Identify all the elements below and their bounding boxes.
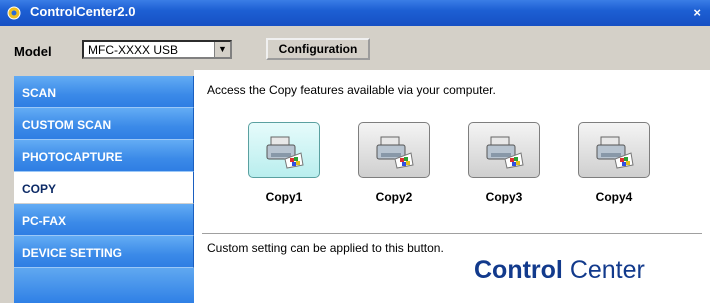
copy2-label[interactable]: Copy2 bbox=[358, 190, 430, 204]
sidebar-item-pc-fax[interactable]: PC-FAX bbox=[14, 204, 194, 236]
copy-printer-icon bbox=[486, 136, 524, 169]
sidebar-item-label: DEVICE SETTING bbox=[22, 246, 123, 260]
model-select-value: MFC-XXXX USB bbox=[88, 43, 179, 57]
control-center-logo: Control Center bbox=[474, 256, 645, 285]
logo-regular-text: Center bbox=[562, 256, 645, 284]
copy2-button[interactable] bbox=[358, 122, 430, 178]
copy1-label[interactable]: Copy1 bbox=[248, 190, 320, 204]
sidebar-item-photocapture[interactable]: PHOTOCAPTURE bbox=[14, 140, 194, 172]
button-hint-text: Custom setting can be applied to this bu… bbox=[207, 241, 444, 255]
sidebar-filler bbox=[14, 268, 194, 303]
sidebar-item-label: SCAN bbox=[22, 86, 57, 100]
model-select[interactable]: MFC-XXXX USB ▼ bbox=[82, 40, 232, 59]
main-panel: Access the Copy features available via y… bbox=[194, 70, 710, 303]
copy-description: Access the Copy features available via y… bbox=[207, 83, 496, 97]
window-title: ControlCenter2.0 bbox=[30, 4, 136, 19]
chevron-down-icon[interactable]: ▼ bbox=[214, 42, 230, 57]
close-icon[interactable]: × bbox=[693, 5, 701, 20]
sidebar-item-copy[interactable]: COPY bbox=[14, 172, 194, 204]
logo-bold-text: Control bbox=[474, 256, 563, 284]
copy-printer-icon bbox=[596, 136, 634, 169]
sidebar: SCAN CUSTOM SCAN PHOTOCAPTURE COPY PC-FA… bbox=[14, 76, 194, 303]
sidebar-item-label: CUSTOM SCAN bbox=[22, 118, 112, 132]
model-toolbar: Model MFC-XXXX USB ▼ Configuration bbox=[0, 26, 710, 70]
sidebar-item-device-setting[interactable]: DEVICE SETTING bbox=[14, 236, 194, 268]
copy3-button[interactable] bbox=[468, 122, 540, 178]
copy4-button[interactable] bbox=[578, 122, 650, 178]
copy3-label[interactable]: Copy3 bbox=[468, 190, 540, 204]
sidebar-item-label: COPY bbox=[22, 182, 57, 196]
sidebar-item-label: PHOTOCAPTURE bbox=[22, 150, 123, 164]
sidebar-item-scan[interactable]: SCAN bbox=[14, 76, 194, 108]
copy-printer-icon bbox=[376, 136, 414, 169]
copy4-label[interactable]: Copy4 bbox=[578, 190, 650, 204]
divider bbox=[202, 233, 702, 234]
app-icon bbox=[7, 6, 21, 20]
configuration-button[interactable]: Configuration bbox=[266, 38, 370, 60]
model-label: Model bbox=[14, 44, 52, 59]
sidebar-item-custom-scan[interactable]: CUSTOM SCAN bbox=[14, 108, 194, 140]
title-bar: ControlCenter2.0 × bbox=[0, 0, 710, 26]
sidebar-item-label: PC-FAX bbox=[22, 214, 67, 228]
copy-printer-icon bbox=[266, 136, 304, 169]
copy1-button[interactable] bbox=[248, 122, 320, 178]
